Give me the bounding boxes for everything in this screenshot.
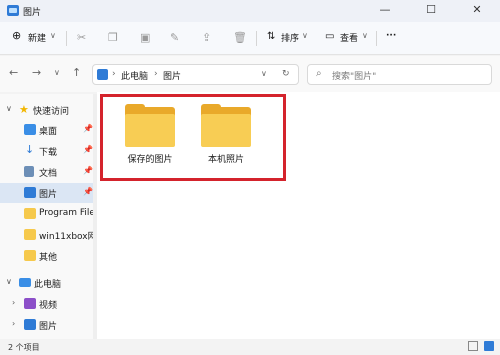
- sidebar-item-label: 其他: [39, 253, 58, 263]
- folder-item[interactable]: 保存的图片: [117, 104, 183, 165]
- video-icon: [24, 298, 36, 309]
- paste-icon[interactable]: ▣: [140, 31, 150, 44]
- pictures-app-icon: [7, 5, 19, 16]
- up-button[interactable]: ↑: [72, 66, 81, 79]
- rename-icon[interactable]: ✎: [170, 31, 179, 44]
- sidebar-item-label: 图片: [39, 190, 58, 200]
- more-button[interactable]: ···: [386, 31, 396, 41]
- maximize-button[interactable]: ☐: [408, 0, 454, 22]
- back-button[interactable]: ←: [9, 66, 18, 79]
- folder-front: [201, 114, 251, 147]
- search-input[interactable]: 搜索"图片": [332, 69, 376, 82]
- breadcrumb-separator: ›: [112, 69, 116, 79]
- navigation-pane: ∨ ★ 快速访问 桌面 📌 ↓ 下载 📌 文档 📌 图片 📌 Program F…: [0, 94, 100, 339]
- download-icon: ↓: [25, 143, 35, 156]
- breadcrumb-this-pc[interactable]: 此电脑: [121, 69, 148, 82]
- folder-tab: [125, 104, 145, 112]
- divider: [66, 31, 67, 46]
- document-icon: [24, 166, 34, 177]
- window-title: 图片: [23, 8, 42, 18]
- close-button[interactable]: ✕: [454, 0, 500, 22]
- desktop-icon: [24, 124, 36, 135]
- sidebar-item-this-pc[interactable]: ∨ 此电脑: [0, 273, 94, 293]
- sidebar-item-quick-access[interactable]: ∨ ★ 快速访问: [0, 100, 94, 120]
- address-dropdown-button[interactable]: ∨: [261, 69, 267, 78]
- search-icon: ⌕: [316, 68, 322, 79]
- sidebar-item-label: 视频: [39, 301, 58, 311]
- pin-icon: 📌: [83, 187, 93, 196]
- sidebar-item-videos[interactable]: › 视频: [0, 294, 94, 314]
- status-bar: 2 个项目: [0, 339, 500, 355]
- title-bar: 图片 — ☐ ✕: [0, 0, 500, 22]
- chevron-down-icon[interactable]: ∨: [6, 104, 12, 113]
- sidebar-item-label: win11xbox网络: [39, 232, 94, 242]
- forward-button[interactable]: →: [32, 66, 41, 79]
- large-icons-view-icon[interactable]: [484, 341, 494, 351]
- pin-icon: 📌: [83, 166, 93, 175]
- copy-icon[interactable]: ❐: [108, 31, 118, 44]
- refresh-button[interactable]: ↻: [282, 69, 290, 79]
- folder-icon: [24, 250, 36, 261]
- computer-icon: [19, 278, 31, 287]
- sidebar-item-label: 图片: [39, 322, 58, 332]
- new-button[interactable]: 新建: [28, 31, 46, 44]
- item-count: 2 个项目: [8, 343, 40, 352]
- cut-icon[interactable]: ✂: [77, 31, 86, 44]
- sidebar-item-documents[interactable]: 文档 📌: [0, 162, 94, 182]
- address-bar[interactable]: › 此电脑 › 图片 ∨ ↻: [92, 64, 299, 85]
- file-list: 保存的图片 本机照片: [97, 92, 500, 339]
- view-icon: ▭: [325, 31, 335, 42]
- pictures-icon: [24, 187, 36, 198]
- plus-icon: ⊕: [12, 29, 22, 42]
- pin-icon: 📌: [83, 145, 93, 154]
- folder-label: 本机照片: [207, 155, 244, 165]
- chevron-down-icon: ∨: [50, 31, 56, 40]
- folder-label: 保存的图片: [127, 155, 173, 165]
- chevron-down-icon: ∨: [362, 31, 368, 40]
- chevron-down-icon: ∨: [302, 31, 308, 40]
- folder-icon: [24, 229, 36, 240]
- pictures-icon: [24, 319, 36, 330]
- sidebar-item-other[interactable]: 其他: [0, 246, 94, 266]
- sidebar-item-desktop[interactable]: 桌面 📌: [0, 120, 94, 140]
- sort-icon: ⇅: [267, 31, 276, 42]
- details-view-icon[interactable]: [468, 341, 478, 351]
- star-icon: ★: [19, 103, 29, 116]
- sidebar-item-label: 桌面: [39, 127, 58, 137]
- divider: [256, 31, 257, 46]
- minimize-button[interactable]: —: [362, 0, 408, 22]
- sidebar-item-downloads[interactable]: ↓ 下载 📌: [0, 141, 94, 161]
- command-bar: ⊕ 新建 ∨ ✂ ❐ ▣ ✎ ⇪ 🗑 ⇅ 排序 ∨ ▭ 查看 ∨ ···: [0, 22, 500, 55]
- chevron-down-icon[interactable]: ∨: [6, 277, 12, 286]
- delete-icon[interactable]: 🗑: [233, 31, 247, 44]
- folder-item[interactable]: 本机照片: [193, 104, 259, 165]
- folder-icon: [24, 208, 36, 219]
- sidebar-item-label: 快速访问: [33, 107, 70, 117]
- view-button[interactable]: 查看: [340, 31, 358, 44]
- chevron-right-icon[interactable]: ›: [12, 319, 15, 328]
- share-icon[interactable]: ⇪: [202, 31, 211, 44]
- sidebar-item-label: Program Files: [39, 208, 100, 218]
- chevron-right-icon[interactable]: ›: [12, 298, 15, 307]
- breadcrumb-pictures[interactable]: 图片: [163, 69, 181, 82]
- recent-locations-button[interactable]: ∨: [54, 68, 60, 77]
- sidebar-item-win11xbox[interactable]: win11xbox网络: [0, 225, 94, 245]
- breadcrumb-separator: ›: [154, 69, 158, 79]
- sidebar-item-pictures[interactable]: 图片 📌: [0, 183, 94, 203]
- search-box[interactable]: ⌕ 搜索"图片": [307, 64, 492, 85]
- sidebar-item-label: 下载: [39, 148, 58, 158]
- sidebar-item-pictures-pc[interactable]: › 图片: [0, 315, 94, 335]
- folder-tab: [201, 104, 221, 112]
- pictures-icon: [97, 69, 108, 80]
- divider: [376, 31, 377, 46]
- sidebar-item-label: 文档: [39, 169, 58, 179]
- folder-front: [125, 114, 175, 147]
- pin-icon: 📌: [83, 124, 93, 133]
- sidebar-item-label: 此电脑: [34, 280, 62, 290]
- sidebar-item-program-files[interactable]: Program Files: [0, 204, 100, 224]
- navigation-bar: ← → ∨ ↑ › 此电脑 › 图片 ∨ ↻ ⌕ 搜索"图片": [0, 56, 500, 92]
- sort-button[interactable]: 排序: [281, 31, 299, 44]
